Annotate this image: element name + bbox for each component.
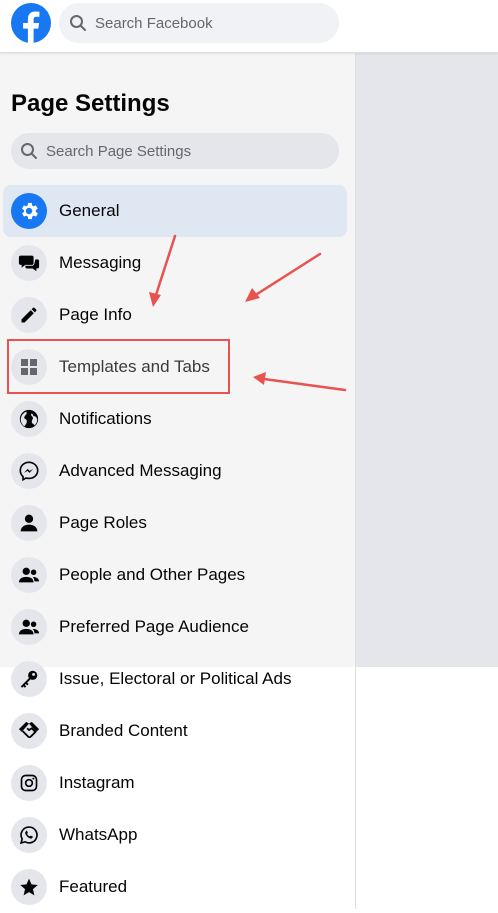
- sidebar-item-page-roles[interactable]: Page Roles: [3, 497, 347, 549]
- sidebar-item-general[interactable]: General: [3, 185, 347, 237]
- sidebar-item-label: General: [59, 201, 120, 220]
- content-panel-lower: [356, 667, 498, 909]
- settings-search-bar[interactable]: [11, 133, 339, 169]
- person-icon: [11, 505, 47, 541]
- search-icon: [69, 14, 87, 32]
- sidebar-item-label: WhatsApp: [59, 825, 138, 844]
- sidebar-item-featured[interactable]: Featured: [3, 861, 347, 913]
- sidebar-item-people-and-other-pages[interactable]: People and Other Pages: [3, 549, 347, 601]
- handshake-icon: [11, 713, 47, 749]
- sidebar-item-messaging[interactable]: Messaging: [3, 237, 347, 289]
- gear-icon: [11, 193, 47, 229]
- sidebar-item-label: Issue, Electoral or Political Ads: [59, 669, 292, 688]
- sidebar-item-label: Featured: [59, 877, 128, 896]
- sidebar-item-branded-content[interactable]: Branded Content: [3, 705, 347, 757]
- top-navigation-bar: [0, 0, 498, 53]
- key-icon: [11, 661, 47, 697]
- sidebar-item-advanced-messaging[interactable]: Advanced Messaging: [3, 445, 347, 497]
- sidebar-item-preferred-page-audience[interactable]: Preferred Page Audience: [3, 601, 347, 653]
- pencil-icon: [11, 297, 47, 333]
- globe-icon: [11, 401, 47, 437]
- sidebar-divider: [355, 53, 356, 909]
- sidebar-item-label: Page Roles: [59, 513, 147, 532]
- sidebar-item-label: People and Other Pages: [59, 565, 246, 584]
- sidebar-item-label: Advanced Messaging: [59, 461, 222, 480]
- people-icon: [11, 609, 47, 645]
- facebook-search-input[interactable]: [93, 13, 327, 33]
- sidebar-item-label: Branded Content: [59, 721, 188, 740]
- facebook-search-bar[interactable]: [59, 3, 339, 43]
- sidebar-item-political-ads[interactable]: Issue, Electoral or Political Ads: [3, 653, 347, 705]
- sidebar-item-label: Preferred Page Audience: [59, 617, 249, 636]
- page-title: Page Settings: [11, 90, 170, 117]
- sidebar-item-notifications[interactable]: Notifications: [3, 393, 347, 445]
- search-icon: [20, 142, 38, 160]
- chat-bubbles-icon: [11, 245, 47, 281]
- whatsapp-icon: [11, 817, 47, 853]
- star-icon: [11, 869, 47, 905]
- sidebar-item-label: Messaging: [59, 253, 142, 272]
- content-overlay-panel: [356, 53, 498, 667]
- sidebar-item-label: Page Info: [59, 305, 132, 324]
- sidebar-item-whatsapp[interactable]: WhatsApp: [3, 809, 347, 861]
- settings-search-input[interactable]: [44, 141, 318, 161]
- annotation-highlight-box: [7, 339, 230, 394]
- messenger-icon: [11, 453, 47, 489]
- sidebar-item-instagram[interactable]: Instagram: [3, 757, 347, 809]
- facebook-logo-icon[interactable]: [11, 3, 51, 43]
- people-icon: [11, 557, 47, 593]
- sidebar-item-page-info[interactable]: Page Info: [3, 289, 347, 341]
- sidebar-item-label: Instagram: [59, 773, 135, 792]
- instagram-icon: [11, 765, 47, 801]
- sidebar-item-label: Notifications: [59, 409, 152, 428]
